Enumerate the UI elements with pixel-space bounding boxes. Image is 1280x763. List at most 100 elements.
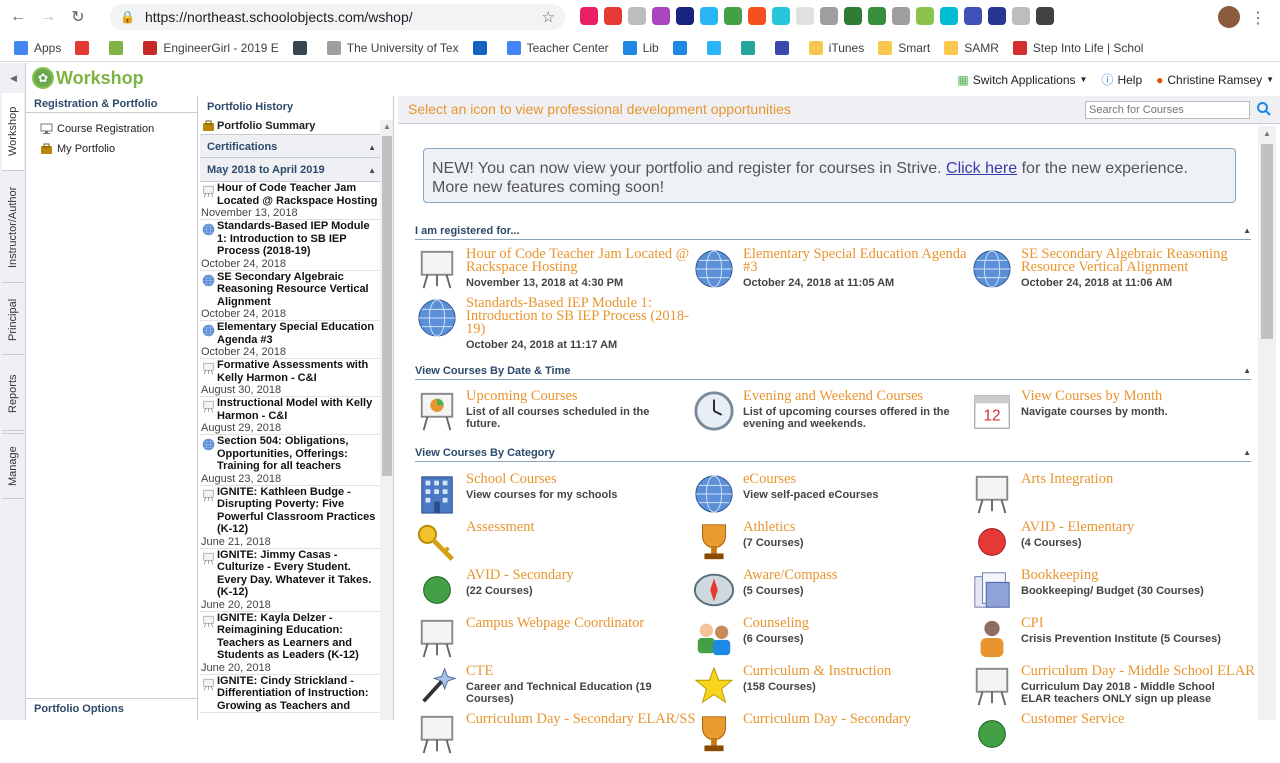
switch-apps-button[interactable]: Switch Applications bbox=[973, 73, 1076, 87]
collapse-triangle-icon[interactable]: ▲ bbox=[1243, 448, 1251, 457]
card-title[interactable]: Athletics bbox=[743, 520, 983, 535]
history-entry[interactable]: IGNITE: Cindy Strickland - Differentiati… bbox=[200, 675, 380, 713]
certifications-section[interactable]: Certifications ▲ bbox=[200, 134, 380, 158]
bookmark-item[interactable] bbox=[472, 40, 493, 55]
card-title[interactable]: Curriculum & Instruction bbox=[743, 664, 983, 679]
history-entry[interactable]: Instructional Model with Kelly Harmon - … bbox=[200, 397, 380, 435]
extension-icon[interactable] bbox=[1012, 7, 1030, 25]
card-title[interactable]: Bookkeeping bbox=[1021, 568, 1261, 583]
card-title[interactable]: eCourses bbox=[743, 472, 983, 487]
bookmark-item[interactable]: Step Into Life | Schol bbox=[1012, 40, 1143, 55]
profile-avatar[interactable] bbox=[1218, 6, 1240, 28]
extension-icon[interactable] bbox=[748, 7, 766, 25]
history-entry[interactable]: SE Secondary Algebraic Reasoning Resourc… bbox=[200, 271, 380, 321]
card-title[interactable]: Standards-Based IEP Module 1: Introducti… bbox=[466, 296, 696, 337]
bookmark-item[interactable] bbox=[109, 40, 129, 55]
course-option-card[interactable]: Counseling (6 Courses) bbox=[693, 616, 963, 667]
extension-icon[interactable] bbox=[940, 7, 958, 25]
card-title[interactable]: Elementary Special Education Agenda #3 bbox=[743, 247, 973, 275]
history-entry[interactable]: IGNITE: Kayla Delzer - Reimagining Educa… bbox=[200, 612, 380, 675]
search-icon[interactable] bbox=[1256, 101, 1272, 117]
extension-icon[interactable] bbox=[988, 7, 1006, 25]
bookmark-item[interactable] bbox=[706, 40, 727, 55]
extension-icon[interactable] bbox=[580, 7, 598, 25]
card-title[interactable]: SE Secondary Algebraic Reasoning Resourc… bbox=[1021, 247, 1251, 275]
extension-icon[interactable] bbox=[628, 7, 646, 25]
scroll-thumb[interactable] bbox=[1261, 144, 1273, 339]
bookmark-item[interactable]: EngineerGirl - 2019 E bbox=[143, 40, 279, 55]
extension-icon[interactable] bbox=[868, 7, 886, 25]
card-title[interactable]: Upcoming Courses bbox=[466, 389, 696, 404]
collapse-triangle-icon[interactable]: ▲ bbox=[1243, 366, 1251, 375]
course-option-card[interactable]: SE Secondary Algebraic Reasoning Resourc… bbox=[971, 247, 1241, 298]
card-title[interactable]: CTE bbox=[466, 664, 706, 679]
history-entry[interactable]: Formative Assessments with Kelly Harmon … bbox=[200, 359, 380, 397]
course-option-card[interactable]: Upcoming Courses List of all courses sche… bbox=[416, 389, 686, 440]
user-menu[interactable]: Christine Ramsey bbox=[1167, 73, 1262, 87]
extension-icon[interactable] bbox=[700, 7, 718, 25]
course-option-card[interactable]: AVID - Elementary (4 Courses) bbox=[971, 520, 1241, 571]
history-entry[interactable]: Section 504: Obligations, Opportunities,… bbox=[200, 435, 380, 486]
extension-icon[interactable] bbox=[1036, 7, 1054, 25]
course-option-card[interactable]: Curriculum Day - Secondary bbox=[693, 712, 963, 763]
scroll-up-icon[interactable]: ▲ bbox=[383, 122, 391, 131]
date-range-section[interactable]: May 2018 to April 2019 ▲ bbox=[200, 158, 380, 182]
course-option-card[interactable]: Evening and Weekend Courses List of upcom… bbox=[693, 389, 963, 440]
bookmark-item[interactable]: Teacher Center bbox=[506, 40, 609, 55]
card-title[interactable]: CPI bbox=[1021, 616, 1261, 631]
click-here-link[interactable]: Click here bbox=[946, 160, 1017, 177]
browser-menu-icon[interactable]: ⋮ bbox=[1250, 8, 1266, 28]
course-option-card[interactable]: Campus Webpage Coordinator bbox=[416, 616, 686, 667]
collapse-triangle-icon[interactable]: ▲ bbox=[368, 166, 376, 175]
course-option-card[interactable]: AVID - Secondary (22 Courses) bbox=[416, 568, 686, 619]
bookmark-item[interactable]: Apps bbox=[14, 40, 61, 55]
card-title[interactable]: Campus Webpage Coordinator bbox=[466, 616, 706, 631]
extension-icon[interactable] bbox=[652, 7, 670, 25]
course-option-card[interactable]: Assessment bbox=[416, 520, 686, 571]
collapse-triangle-icon[interactable]: ▲ bbox=[1243, 226, 1251, 235]
address-bar[interactable]: 🔒 https://northeast.schoolobjects.com/ws… bbox=[110, 4, 565, 30]
history-entry[interactable]: Standards-Based IEP Module 1: Introducti… bbox=[200, 220, 380, 271]
card-title[interactable]: AVID - Elementary bbox=[1021, 520, 1261, 535]
history-entry[interactable]: Elementary Special Education Agenda #3 Oc… bbox=[200, 321, 380, 359]
card-title[interactable]: School Courses bbox=[466, 472, 706, 487]
bookmark-item[interactable]: The University of Tex bbox=[326, 40, 459, 55]
course-option-card[interactable]: 12 View Courses by Month Navigate courses … bbox=[971, 389, 1241, 440]
card-title[interactable]: Evening and Weekend Courses bbox=[743, 389, 973, 404]
tab-workshop[interactable]: Workshop bbox=[2, 93, 24, 171]
course-option-card[interactable]: Curriculum Day - Secondary ELAR/SS bbox=[416, 712, 696, 763]
scroll-thumb[interactable] bbox=[382, 136, 392, 476]
collapse-triangle-icon[interactable]: ▲ bbox=[368, 143, 376, 152]
bookmark-item[interactable] bbox=[292, 40, 313, 55]
bookmark-item[interactable]: iTunes bbox=[808, 40, 864, 55]
tab-instructor-author[interactable]: Instructor/Author bbox=[2, 173, 24, 283]
portfolio-options[interactable]: Portfolio Options bbox=[26, 698, 198, 720]
tab-reports[interactable]: Reports bbox=[2, 357, 24, 431]
tab-manage[interactable]: Manage bbox=[2, 433, 24, 499]
course-option-card[interactable]: School Courses View courses for my school… bbox=[416, 472, 686, 523]
forward-icon[interactable]: → bbox=[36, 5, 60, 29]
course-option-card[interactable]: Elementary Special Education Agenda #3 Oc… bbox=[693, 247, 966, 298]
scroll-up-icon[interactable]: ▲ bbox=[1263, 129, 1271, 138]
registered-section-header[interactable]: I am registered for... ▲ bbox=[415, 225, 1251, 240]
bookmark-item[interactable]: Lib bbox=[622, 40, 659, 55]
extension-icon[interactable] bbox=[892, 7, 910, 25]
extension-icon[interactable] bbox=[724, 7, 742, 25]
course-option-card[interactable]: Standards-Based IEP Module 1: Introducti… bbox=[416, 296, 689, 351]
course-option-card[interactable]: Athletics (7 Courses) bbox=[693, 520, 963, 571]
card-title[interactable]: Assessment bbox=[466, 520, 706, 535]
portfolio-summary-link[interactable]: Portfolio Summary bbox=[200, 118, 380, 134]
collapse-icon[interactable]: ◀ bbox=[10, 73, 17, 84]
help-link[interactable]: Help bbox=[1117, 73, 1142, 87]
card-title[interactable]: View Courses by Month bbox=[1021, 389, 1251, 404]
bookmark-item[interactable]: SAMR bbox=[944, 40, 999, 55]
course-option-card[interactable]: Hour of Code Teacher Jam Located @ Racks… bbox=[416, 247, 689, 298]
card-title[interactable]: AVID - Secondary bbox=[466, 568, 706, 583]
bookmark-item[interactable] bbox=[75, 40, 95, 55]
course-option-card[interactable]: Aware/Compass (5 Courses) bbox=[693, 568, 963, 619]
course-option-card[interactable]: Bookkeeping Bookkeeping/ Budget (30 Cours… bbox=[971, 568, 1241, 619]
bookmark-item[interactable] bbox=[672, 40, 693, 55]
bookmark-star-icon[interactable]: ☆ bbox=[542, 8, 555, 26]
tab-principal[interactable]: Principal bbox=[2, 285, 24, 355]
back-icon[interactable]: ← bbox=[6, 5, 30, 29]
